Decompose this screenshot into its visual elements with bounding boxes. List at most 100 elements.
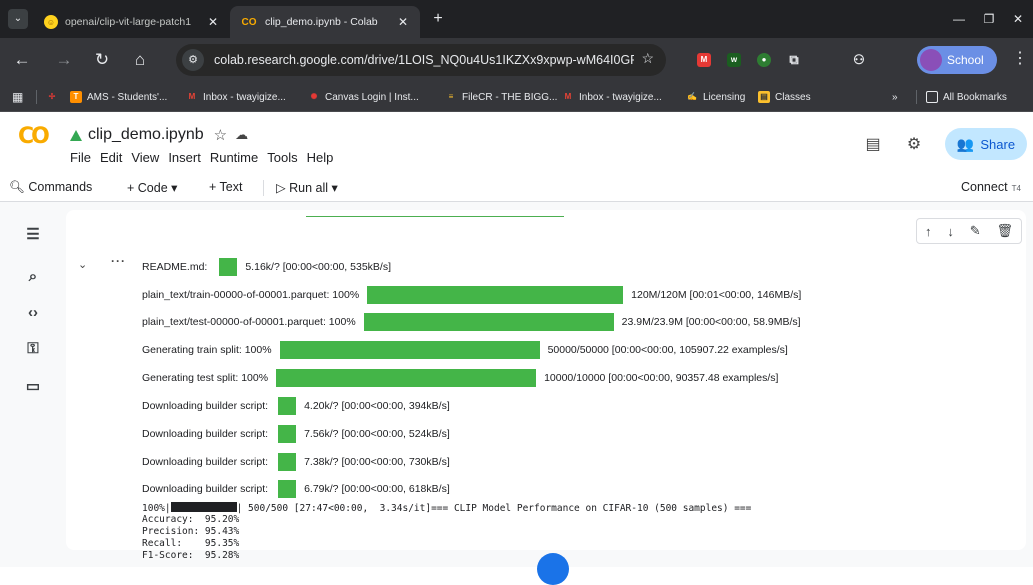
code-snippets-icon[interactable]: ‹› — [22, 302, 44, 324]
move-down-icon[interactable]: ↓ — [947, 224, 954, 239]
reload-icon[interactable]: ↻ — [90, 48, 114, 72]
tab-colab[interactable]: CO clip_demo.ipynb - Colab ✕ — [230, 6, 420, 38]
find-replace-icon[interactable]: ⌕ — [22, 266, 44, 288]
add-text-button[interactable]: + Text — [209, 180, 242, 194]
comments-icon[interactable]: ▤ — [862, 134, 884, 156]
restore-icon[interactable]: ❐ — [975, 9, 1003, 29]
menu-view[interactable]: View — [131, 150, 159, 165]
browser-toolbar: ← → ↻ ⌂ ⚙ colab.research.google.com/driv… — [0, 38, 1033, 82]
table-of-contents-icon[interactable]: ☰ — [22, 224, 44, 246]
profile-button[interactable]: School — [917, 46, 997, 74]
menu-help[interactable]: Help — [307, 150, 334, 165]
progress-bar — [278, 480, 297, 498]
menu-file[interactable]: File — [70, 150, 91, 165]
output-row: plain_text/test-00000-of-00001.parquet: … — [142, 313, 801, 331]
menu-insert[interactable]: Insert — [168, 150, 201, 165]
delete-icon[interactable]: 🗑︎ — [997, 223, 1014, 239]
apps-grid-icon[interactable]: ▦ — [12, 89, 23, 105]
browser-menu-icon[interactable]: ⋮ — [1012, 48, 1028, 68]
all-bookmarks[interactable]: All Bookmarks — [926, 89, 1007, 105]
progress-remnant — [306, 216, 564, 217]
cloud-saved-icon: ☁ — [235, 127, 249, 142]
browser-tab-strip: ⌄ ☺ openai/clip-vit-large-patch1 ✕ CO cl… — [0, 0, 1033, 38]
site-info-icon[interactable]: ⚙ — [182, 49, 204, 71]
share-button[interactable]: 👥 Share — [945, 128, 1027, 160]
bookmark-ams[interactable]: T AMS - Students'... — [70, 89, 167, 105]
notebook-title[interactable]: clip_demo.ipynb — [88, 126, 204, 144]
new-tab-button[interactable]: + — [428, 9, 448, 29]
progress-bar — [278, 425, 297, 443]
forward-icon[interactable]: → — [52, 48, 76, 72]
divider — [263, 180, 264, 196]
bookmarks-bar: ▦ ✢ T AMS - Students'... M Inbox - twayigi… — [0, 82, 1033, 112]
back-icon[interactable]: ← — [10, 48, 34, 72]
left-sidebar: ☰ ⌕ ‹› ⚿ ▭ — [0, 202, 66, 567]
progress-bar — [278, 397, 297, 415]
tab-label: clip_demo.ipynb - Colab — [265, 16, 378, 28]
secrets-key-icon[interactable]: ⚿ — [22, 338, 44, 360]
files-folder-icon[interactable]: ▭ — [22, 376, 44, 398]
text-progress-bar — [170, 502, 237, 512]
progress-bar — [278, 453, 297, 471]
move-up-icon[interactable]: ↑ — [925, 224, 932, 239]
output-row: Generating test split: 100% 10000/10000 … — [142, 369, 778, 387]
gemini-assist-button[interactable] — [537, 553, 569, 585]
connect-button[interactable]: Connect T4 — [961, 180, 1021, 194]
chevron-down-icon[interactable]: ▾ — [171, 181, 177, 195]
close-tab-icon[interactable]: ✕ — [206, 15, 220, 29]
command-bar: 🔍︎ Commands + Code ▾ + Text ▷ Run all ▾ … — [0, 174, 1033, 202]
progress-bar — [276, 369, 537, 387]
url-text[interactable]: colab.research.google.com/drive/1LOIS_NQ… — [214, 53, 634, 67]
share-people-icon: 👥 — [956, 135, 975, 152]
incognito-icon[interactable]: ⚇ — [852, 53, 866, 67]
tab-huggingface[interactable]: ☺ openai/clip-vit-large-patch1 ✕ — [34, 6, 230, 38]
add-code-button[interactable]: + Code ▾ — [127, 180, 177, 195]
chevron-down-icon[interactable]: ▾ — [332, 181, 338, 195]
bookmark-inbox-2[interactable]: M Inbox - twayigize... — [562, 89, 662, 105]
minimize-icon[interactable]: — — [945, 9, 973, 29]
menu-runtime[interactable]: Runtime — [210, 150, 258, 165]
home-icon[interactable]: ⌂ — [128, 48, 152, 72]
bookmark-canvas[interactable]: ✺ Canvas Login | Inst... — [308, 89, 419, 105]
notebook-title-row: clip_demo.ipynb ☆ ☁ — [70, 126, 248, 144]
bookmark-pinwheel[interactable]: ✢ — [46, 89, 63, 105]
bookmark-inbox-1[interactable]: M Inbox - twayigize... — [186, 89, 286, 105]
address-bar[interactable]: ⚙ colab.research.google.com/drive/1LOIS_… — [176, 44, 666, 76]
bookmark-filecr[interactable]: ≡ FileCR - THE BIGG... — [445, 89, 558, 105]
avatar — [920, 49, 942, 71]
progress-bar — [367, 286, 624, 304]
commands-button[interactable]: 🔍︎ Commands — [9, 180, 92, 195]
cell-toolbar: ↑ ↓ ✎ 🗑︎ — [916, 218, 1022, 244]
output-row: Downloading builder script: 7.56k/? [00:… — [142, 425, 450, 443]
tab-search-button[interactable]: ⌄ — [8, 9, 28, 29]
close-tab-icon[interactable]: ✕ — [396, 15, 410, 29]
menu-bar: File Edit View Insert Runtime Tools Help — [70, 150, 342, 165]
play-icon: ▷ — [276, 181, 286, 195]
bookmarks-overflow[interactable]: » — [892, 89, 898, 105]
close-window-icon[interactable]: ✕ — [1004, 9, 1032, 29]
extension-green-icon[interactable]: w — [727, 53, 741, 67]
settings-gear-icon[interactable]: ⚙ — [903, 134, 925, 156]
collapse-output-icon[interactable]: ⌄ — [78, 258, 87, 271]
menu-tools[interactable]: Tools — [267, 150, 297, 165]
extension-dots-icon[interactable]: ● — [757, 53, 771, 67]
output-row: Generating train split: 100% 50000/50000… — [142, 341, 788, 359]
extension-red-icon[interactable]: M — [697, 53, 711, 67]
colab-logo[interactable]: CO — [18, 124, 50, 149]
bookmark-star-icon[interactable]: ☆ — [641, 50, 654, 67]
divider — [916, 90, 917, 104]
output-actions-icon[interactable]: ··· — [111, 254, 126, 268]
run-all-button[interactable]: ▷ Run all ▾ — [276, 180, 338, 195]
runtime-badge: T4 — [1011, 184, 1021, 193]
code-cell[interactable]: ⌄ ··· README.md: 5.16k/? [00:00<00:00, 5… — [66, 210, 1026, 561]
extensions-puzzle-icon[interactable]: ⧉ — [787, 53, 801, 67]
edit-pen-icon[interactable]: ✎ — [970, 223, 981, 239]
metric-recall: Recall: 95.35% — [142, 538, 240, 549]
bookmark-classes[interactable]: ▤ Classes — [758, 89, 811, 105]
output-row: Downloading builder script: 7.38k/? [00:… — [142, 453, 450, 471]
menu-edit[interactable]: Edit — [100, 150, 122, 165]
divider — [36, 90, 37, 104]
bookmark-licensing[interactable]: ✍ Licensing — [686, 89, 745, 105]
star-icon[interactable]: ☆ — [214, 126, 227, 144]
share-label: Share — [980, 136, 1016, 152]
